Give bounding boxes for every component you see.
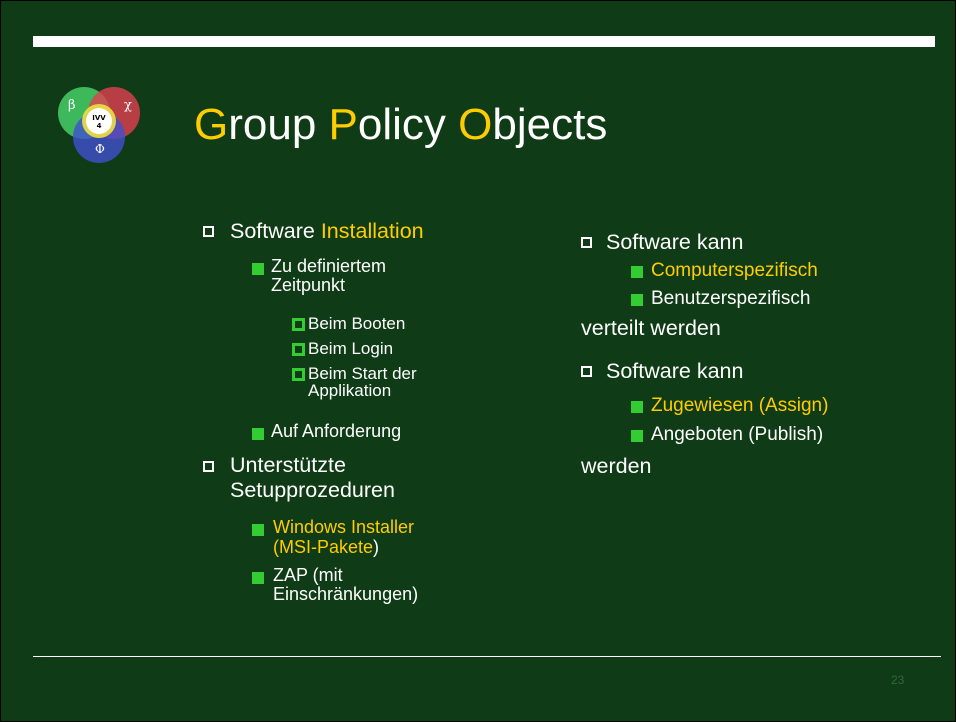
sub-bullet-zeitpunkt-line2: Zeitpunkt bbox=[271, 275, 346, 295]
svg-text:IVV: IVV bbox=[92, 114, 106, 122]
tail-verteilt-werden: verteilt werden bbox=[581, 316, 721, 340]
sub-bullet-auf-anforderung: Auf Anforderung bbox=[271, 421, 402, 441]
hollow-square-bullet-icon bbox=[203, 461, 214, 472]
solid-square-bullet-icon bbox=[631, 266, 643, 278]
solid-square-bullet-icon bbox=[252, 428, 264, 440]
svg-text:Φ: Φ bbox=[95, 142, 105, 156]
sub-bullet-zeitpunkt-line1: Zu definiertem bbox=[271, 256, 387, 276]
framed-square-bullet-icon bbox=[292, 318, 305, 331]
slide-title: Group Policy Objects bbox=[194, 100, 608, 149]
solid-square-bullet-icon bbox=[631, 401, 643, 413]
solid-square-bullet-icon bbox=[631, 430, 643, 442]
bottom-rule bbox=[33, 656, 941, 657]
bullet-unterstuetzte-line2: Setupprozeduren bbox=[230, 478, 395, 502]
sub-sub-bullet-booten: Beim Booten bbox=[308, 314, 406, 333]
svg-text:β: β bbox=[68, 98, 76, 113]
hollow-square-bullet-icon bbox=[203, 226, 214, 237]
top-rule bbox=[33, 36, 935, 47]
framed-square-bullet-icon bbox=[292, 343, 305, 356]
solid-square-bullet-icon bbox=[252, 524, 264, 536]
bullet-software-kann-1: Software kann bbox=[606, 230, 744, 254]
sub-bullet-zap-line1: ZAP (mit bbox=[273, 565, 343, 585]
solid-square-bullet-icon bbox=[631, 294, 643, 306]
sub-sub-bullet-login: Beim Login bbox=[308, 339, 394, 358]
ivv4-logo: β χ Φ IVV 4 bbox=[58, 87, 140, 163]
sub-bullet-windows-installer-line1: Windows Installer bbox=[273, 517, 415, 537]
hollow-square-bullet-icon bbox=[581, 237, 592, 248]
slide: β χ Φ IVV 4 Group Policy Objects Softwar… bbox=[0, 0, 956, 722]
sub-bullet-angeboten: Angeboten (Publish) bbox=[651, 424, 824, 445]
page-number: 23 bbox=[891, 673, 905, 687]
bullet-software-kann-2: Software kann bbox=[606, 359, 744, 383]
svg-text:4: 4 bbox=[97, 122, 102, 130]
sub-bullet-zap-line2: Einschränkungen) bbox=[273, 584, 419, 604]
sub-bullet-zugewiesen: Zugewiesen (Assign) bbox=[651, 395, 829, 416]
bullet-unterstuetzte-line1: Unterstützte bbox=[230, 453, 346, 477]
sub-sub-bullet-start-line2: Applikation bbox=[308, 381, 392, 400]
svg-text:χ: χ bbox=[124, 98, 132, 113]
sub-bullet-benutzerspezifisch: Benutzerspezifisch bbox=[651, 288, 811, 309]
framed-square-bullet-icon bbox=[292, 368, 305, 381]
sub-bullet-windows-installer-line2: (MSI-Pakete) bbox=[273, 537, 380, 557]
solid-square-bullet-icon bbox=[252, 572, 264, 584]
bullet-software-installation: Software Installation bbox=[230, 219, 424, 243]
tail-werden: werden bbox=[581, 454, 652, 478]
hollow-square-bullet-icon bbox=[581, 366, 592, 377]
solid-square-bullet-icon bbox=[252, 263, 264, 275]
sub-bullet-computerspezifisch: Computerspezifisch bbox=[651, 260, 818, 281]
